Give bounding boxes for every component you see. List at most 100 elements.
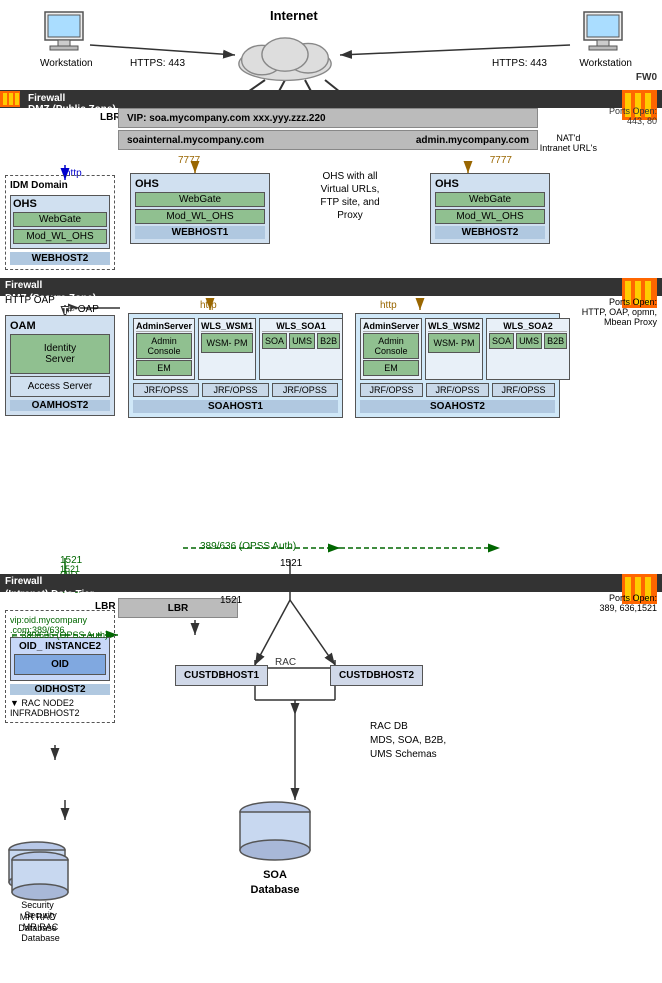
jrf-opss-1a: JRF/OPSS [133, 383, 199, 397]
wls-soa2-title: WLS_SOA2 [489, 321, 567, 332]
admin-console-2: Admin Console [363, 333, 419, 359]
custdbhost2-box: CUSTDBHOST2 [330, 665, 423, 686]
oid-inner-box: OID [14, 654, 106, 675]
firewall-band-3 [0, 574, 662, 592]
workstation-right: Workstation [579, 10, 632, 69]
fw2-ports-label: Ports Open: 389, 636,1521 [599, 593, 657, 613]
custdbhost2-label: CUSTDBHOST2 [330, 665, 423, 686]
workstation-right-label: Workstation [579, 58, 632, 69]
internet-label: Internet [270, 8, 318, 23]
port-7777-right: 7777 [490, 155, 512, 166]
firewall-icon-1 [0, 91, 20, 107]
workstation-left: Workstation [40, 10, 93, 69]
http-oap-label: HTTP OAP [5, 295, 55, 306]
nat-bar: soainternal.mycompany.com admin.mycompan… [118, 130, 538, 150]
ums-1: UMS [289, 333, 315, 349]
em-1: EM [136, 360, 192, 376]
mod-wl-webhost1: Mod_WL_OHS [135, 209, 265, 224]
oid-domain-box: vip:oid.mycompany .com:389/636 OID_ INST… [5, 610, 115, 723]
b2b-2: B2B [544, 333, 567, 349]
port-7777-left: 7777 [178, 155, 200, 166]
wsm-pm-1: WSM- PM [201, 333, 253, 353]
jrf-opss-2b: JRF/OPSS [426, 383, 489, 397]
workstation-right-icon [579, 10, 629, 55]
vip-text: VIP: soa.mycompany.com xxx.yyy.zzz.220 [127, 113, 326, 124]
jrf-opss-1b: JRF/OPSS [202, 383, 268, 397]
soahost2-block: AdminServer Admin Console EM WLS_WSM2 WS… [355, 313, 560, 418]
idm-domain-box: IDM Domain OHS WebGate Mod_WL_OHS WEBHOS… [5, 175, 115, 270]
http-mid-left-label: http [200, 300, 217, 311]
ohs-left-title: OHS [13, 198, 107, 210]
wls-wsm2-block: WLS_WSM2 WSM- PM [425, 318, 483, 380]
wls-soa1-block: WLS_SOA1 SOA UMS B2B [259, 318, 343, 380]
adminserver-block-1: AdminServer Admin Console EM [133, 318, 195, 380]
soahost1-server-row: AdminServer Admin Console EM WLS_WSM1 WS… [133, 318, 338, 380]
custdbhost1-label: CUSTDBHOST1 [175, 665, 268, 686]
infradbhost2-label: INFRADBHOST2 [10, 708, 110, 718]
ohs-center-note: OHS with all Virtual URLs, FTP site, and… [290, 170, 410, 222]
soa-1: SOA [262, 333, 287, 349]
em-2: EM [363, 360, 419, 376]
soahost2-server-row: AdminServer Admin Console EM WLS_WSM2 WS… [360, 318, 555, 380]
custdbhost1-box: CUSTDBHOST1 [175, 665, 268, 686]
webhost2-label-idm: WEBHOST2 [10, 252, 110, 265]
port-1521-data: 1521 [220, 595, 242, 606]
architecture-diagram: 1521 RAC Internet [0, 0, 662, 983]
wsm-pm-2: WSM- PM [428, 333, 480, 353]
webgate-webhost2: WebGate [435, 192, 545, 207]
oam-box: OAM Identity Server Access Server OAMHOS… [5, 315, 115, 416]
workstation-left-icon [40, 10, 90, 55]
webhost2-block: OHS WebGate Mod_WL_OHS WEBHOST2 [430, 173, 550, 244]
soainternal-label: soainternal.mycompany.com [127, 135, 264, 146]
port-1521-mid: 1521 [280, 558, 302, 569]
rac-db-label: RAC DB MDS, SOA, B2B, UMS Schemas [370, 720, 446, 762]
wls-wsm1-title: WLS_WSM1 [201, 321, 253, 332]
soahost1-title: SOAHOST1 [133, 400, 338, 413]
admin-url-label: admin.mycompany.com [416, 135, 529, 146]
webgate-webhost1: WebGate [135, 192, 265, 207]
ohs-webhost1-title: OHS [135, 178, 265, 190]
cloud-icon [230, 25, 340, 85]
soahost2-title: SOAHOST2 [360, 400, 555, 413]
b2b-1: B2B [317, 333, 340, 349]
oid-instance2-title: OID_ INSTANCE2 [14, 641, 106, 652]
mod-wl-left: Mod_WL_OHS [13, 229, 107, 244]
security-mr-rac-label: Security MR RAC Database [8, 910, 73, 945]
oidhost2-label: OIDHOST2 [10, 684, 110, 695]
opss-auth-label: 389/636 (OPSS Auth) [200, 541, 296, 552]
soa-database-icon [235, 800, 315, 865]
access-server-box: Access Server [10, 376, 110, 397]
security-mr-rac-db-icon [8, 850, 73, 905]
identity-server-box: Identity Server [10, 334, 110, 374]
racnode2-label: ▼ RAC NODE2 [10, 698, 110, 708]
fw1-ports-label: Ports Open: HTTP, OAP, opmn, Mbean Proxy [582, 297, 657, 327]
webgate-left: WebGate [13, 212, 107, 227]
firewall-band-2 [0, 278, 662, 296]
wls-soa1-title: WLS_SOA1 [262, 321, 340, 332]
fw-intranet-label: Firewall(Intranet) Data Tier [5, 574, 94, 601]
oam-title: OAM [10, 320, 110, 332]
webhost1-block: OHS WebGate Mod_WL_OHS WEBHOST1 [130, 173, 270, 244]
https-right-label: HTTPS: 443 [492, 58, 547, 69]
jrf-opss-2c: JRF/OPSS [492, 383, 555, 397]
ports-open-443-80: Ports Open: 443, 80 [609, 106, 657, 126]
fw0-label: FW0 [636, 72, 657, 83]
webhost1-title: WEBHOST1 [135, 226, 265, 239]
lbr-bar: VIP: soa.mycompany.com xxx.yyy.zzz.220 [118, 108, 538, 128]
adminserver-title-1: AdminServer [136, 321, 192, 332]
adminserver-title-2: AdminServer [363, 321, 419, 332]
opss-auth-label-2: ← 389/636 (OPSS Auth) [10, 630, 108, 640]
wls-wsm2-title: WLS_WSM2 [428, 321, 480, 332]
wls-wsm1-block: WLS_WSM1 WSM- PM [198, 318, 256, 380]
jrf-opss-1c: JRF/OPSS [272, 383, 338, 397]
oid-instance2-box: OID_ INSTANCE2 OID [10, 637, 110, 681]
natd-label: NAT'd Intranet URL's [540, 133, 597, 153]
soahost1-block: AdminServer Admin Console EM WLS_WSM1 WS… [128, 313, 343, 418]
mod-wl-webhost2: Mod_WL_OHS [435, 209, 545, 224]
oamhost2-label: OAMHOST2 [10, 400, 110, 411]
ums-2: UMS [516, 333, 542, 349]
soahost1-jrf-row: JRF/OPSS JRF/OPSS JRF/OPSS [133, 383, 338, 397]
workstation-left-label: Workstation [40, 58, 93, 69]
ohs-left-box: OHS WebGate Mod_WL_OHS [10, 195, 110, 249]
jrf-opss-2a: JRF/OPSS [360, 383, 423, 397]
